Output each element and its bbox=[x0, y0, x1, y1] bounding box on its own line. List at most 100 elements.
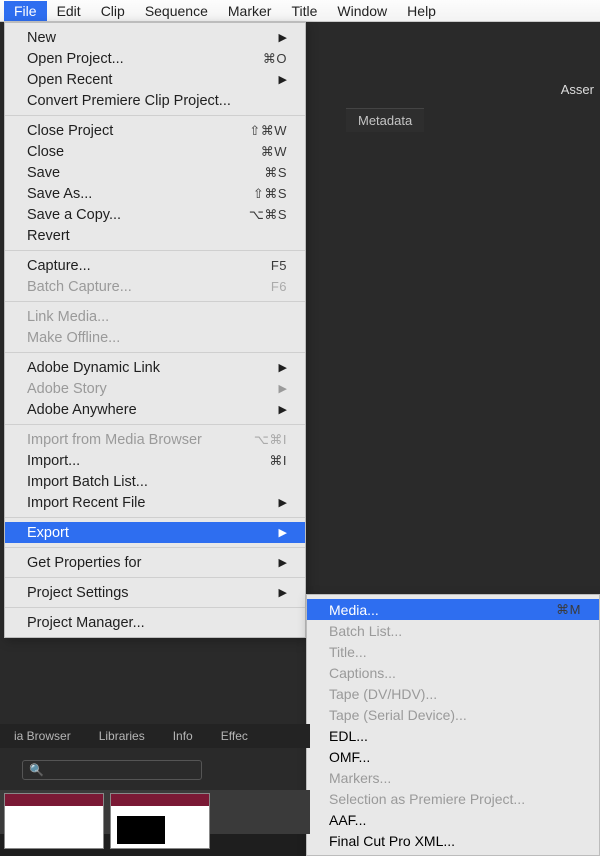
menubar-item-title[interactable]: Title bbox=[281, 1, 327, 21]
menu-item-label: Adobe Story bbox=[27, 381, 271, 397]
menu-item-convert-premiere-clip-project[interactable]: Convert Premiere Clip Project... bbox=[5, 90, 305, 111]
submenu-item-label: Tape (Serial Device)... bbox=[329, 707, 581, 723]
submenu-item-title: Title... bbox=[307, 641, 599, 662]
panel-tab-ia-browser[interactable]: ia Browser bbox=[0, 729, 85, 743]
menu-separator bbox=[5, 577, 305, 578]
menubar-item-sequence[interactable]: Sequence bbox=[135, 1, 218, 21]
menu-item-new[interactable]: New▶ bbox=[5, 27, 305, 48]
submenu-arrow-icon: ▶ bbox=[271, 556, 287, 569]
export-submenu: Media...⌘MBatch List... Title... Captions.… bbox=[306, 594, 600, 856]
menubar-item-window[interactable]: Window bbox=[327, 1, 397, 21]
menu-item-project-settings[interactable]: Project Settings▶ bbox=[5, 582, 305, 603]
panel-tab-assembly-truncated[interactable]: Asser bbox=[561, 82, 594, 97]
menu-item-project-manager[interactable]: Project Manager... bbox=[5, 612, 305, 633]
menubar-item-marker[interactable]: Marker bbox=[218, 1, 282, 21]
menu-separator bbox=[5, 115, 305, 116]
submenu-item-selection-as-premiere-project: Selection as Premiere Project... bbox=[307, 788, 599, 809]
menu-item-label: Close Project bbox=[27, 123, 241, 139]
menu-item-label: Project Manager... bbox=[27, 615, 287, 631]
menu-item-shortcut: ⌘I bbox=[261, 453, 287, 469]
menu-item-label: Capture... bbox=[27, 258, 263, 274]
menu-item-adobe-story: Adobe Story▶ bbox=[5, 378, 305, 399]
project-thumbnail[interactable] bbox=[4, 793, 104, 849]
menu-item-label: Open Recent bbox=[27, 72, 271, 88]
menu-item-get-properties-for[interactable]: Get Properties for▶ bbox=[5, 552, 305, 573]
project-search-input[interactable]: 🔍 bbox=[22, 760, 202, 780]
menu-item-label: Export bbox=[27, 525, 271, 541]
menu-item-import-batch-list[interactable]: Import Batch List... bbox=[5, 471, 305, 492]
menu-item-save-as[interactable]: Save As...⇧⌘S bbox=[5, 183, 305, 204]
submenu-item-label: Title... bbox=[329, 644, 581, 660]
menu-item-label: Save As... bbox=[27, 186, 245, 202]
submenu-item-label: AAF... bbox=[329, 812, 581, 828]
submenu-item-aaf[interactable]: AAF... bbox=[307, 809, 599, 830]
menu-item-open-recent[interactable]: Open Recent▶ bbox=[5, 69, 305, 90]
menu-item-open-project[interactable]: Open Project...⌘O bbox=[5, 48, 305, 69]
menu-item-label: Revert bbox=[27, 228, 287, 244]
menu-item-import[interactable]: Import...⌘I bbox=[5, 450, 305, 471]
menu-item-save[interactable]: Save⌘S bbox=[5, 162, 305, 183]
submenu-arrow-icon: ▶ bbox=[271, 586, 287, 599]
menu-item-close[interactable]: Close⌘W bbox=[5, 141, 305, 162]
panel-tab-info[interactable]: Info bbox=[159, 729, 207, 743]
project-thumbnails bbox=[0, 790, 310, 834]
submenu-item-media[interactable]: Media...⌘M bbox=[307, 599, 599, 620]
menu-item-close-project[interactable]: Close Project⇧⌘W bbox=[5, 120, 305, 141]
menu-item-shortcut: ⇧⌘S bbox=[245, 186, 287, 202]
search-icon: 🔍 bbox=[29, 763, 44, 777]
panel-tab-libraries[interactable]: Libraries bbox=[85, 729, 159, 743]
submenu-item-batch-list: Batch List... bbox=[307, 620, 599, 641]
submenu-item-label: Markers... bbox=[329, 770, 581, 786]
menu-item-shortcut: ⌘W bbox=[253, 144, 287, 160]
menu-item-link-media: Link Media... bbox=[5, 306, 305, 327]
submenu-item-markers: Markers... bbox=[307, 767, 599, 788]
menu-item-label: Convert Premiere Clip Project... bbox=[27, 93, 287, 109]
submenu-item-captions: Captions... bbox=[307, 662, 599, 683]
submenu-item-label: OMF... bbox=[329, 749, 581, 765]
menu-separator bbox=[5, 301, 305, 302]
menu-item-label: Batch Capture... bbox=[27, 279, 263, 295]
menubar-item-edit[interactable]: Edit bbox=[47, 1, 91, 21]
menu-item-label: Save a Copy... bbox=[27, 207, 241, 223]
menu-item-shortcut: F5 bbox=[263, 258, 287, 273]
submenu-item-label: Tape (DV/HDV)... bbox=[329, 686, 581, 702]
menubar-item-help[interactable]: Help bbox=[397, 1, 446, 21]
submenu-item-tape-serial-device: Tape (Serial Device)... bbox=[307, 704, 599, 725]
submenu-item-omf[interactable]: OMF... bbox=[307, 746, 599, 767]
submenu-arrow-icon: ▶ bbox=[271, 31, 287, 44]
menu-item-make-offline: Make Offline... bbox=[5, 327, 305, 348]
menu-item-label: Project Settings bbox=[27, 585, 271, 601]
menu-item-adobe-anywhere[interactable]: Adobe Anywhere▶ bbox=[5, 399, 305, 420]
submenu-item-edl[interactable]: EDL... bbox=[307, 725, 599, 746]
menu-item-label: Link Media... bbox=[27, 309, 287, 325]
menu-item-batch-capture: Batch Capture...F6 bbox=[5, 276, 305, 297]
submenu-arrow-icon: ▶ bbox=[271, 496, 287, 509]
submenu-arrow-icon: ▶ bbox=[271, 361, 287, 374]
menu-item-capture[interactable]: Capture...F5 bbox=[5, 255, 305, 276]
menubar-item-file[interactable]: File bbox=[4, 1, 47, 21]
file-menu-dropdown: New▶Open Project...⌘OOpen Recent▶Convert… bbox=[4, 22, 306, 638]
submenu-item-label: Final Cut Pro XML... bbox=[329, 833, 581, 849]
menu-item-shortcut: ⌥⌘I bbox=[246, 432, 287, 448]
menu-item-save-a-copy[interactable]: Save a Copy...⌥⌘S bbox=[5, 204, 305, 225]
menu-item-revert[interactable]: Revert bbox=[5, 225, 305, 246]
panel-tab-effec[interactable]: Effec bbox=[207, 729, 262, 743]
submenu-item-label: Media... bbox=[329, 602, 548, 618]
menu-separator bbox=[5, 250, 305, 251]
submenu-item-label: Selection as Premiere Project... bbox=[329, 791, 581, 807]
menu-separator bbox=[5, 547, 305, 548]
project-thumbnail[interactable] bbox=[110, 793, 210, 849]
menu-item-label: Open Project... bbox=[27, 51, 255, 67]
menu-item-label: Import Batch List... bbox=[27, 474, 287, 490]
submenu-item-final-cut-pro-xml[interactable]: Final Cut Pro XML... bbox=[307, 830, 599, 851]
menu-item-import-from-media-browser: Import from Media Browser⌥⌘I bbox=[5, 429, 305, 450]
menu-item-export[interactable]: Export▶ bbox=[5, 522, 305, 543]
menubar-item-clip[interactable]: Clip bbox=[91, 1, 135, 21]
menu-item-adobe-dynamic-link[interactable]: Adobe Dynamic Link▶ bbox=[5, 357, 305, 378]
menu-item-label: Get Properties for bbox=[27, 555, 271, 571]
menu-item-import-recent-file[interactable]: Import Recent File▶ bbox=[5, 492, 305, 513]
menu-item-label: Close bbox=[27, 144, 253, 160]
panel-tab-metadata[interactable]: Metadata bbox=[346, 108, 424, 132]
submenu-arrow-icon: ▶ bbox=[271, 403, 287, 416]
submenu-arrow-icon: ▶ bbox=[271, 382, 287, 395]
